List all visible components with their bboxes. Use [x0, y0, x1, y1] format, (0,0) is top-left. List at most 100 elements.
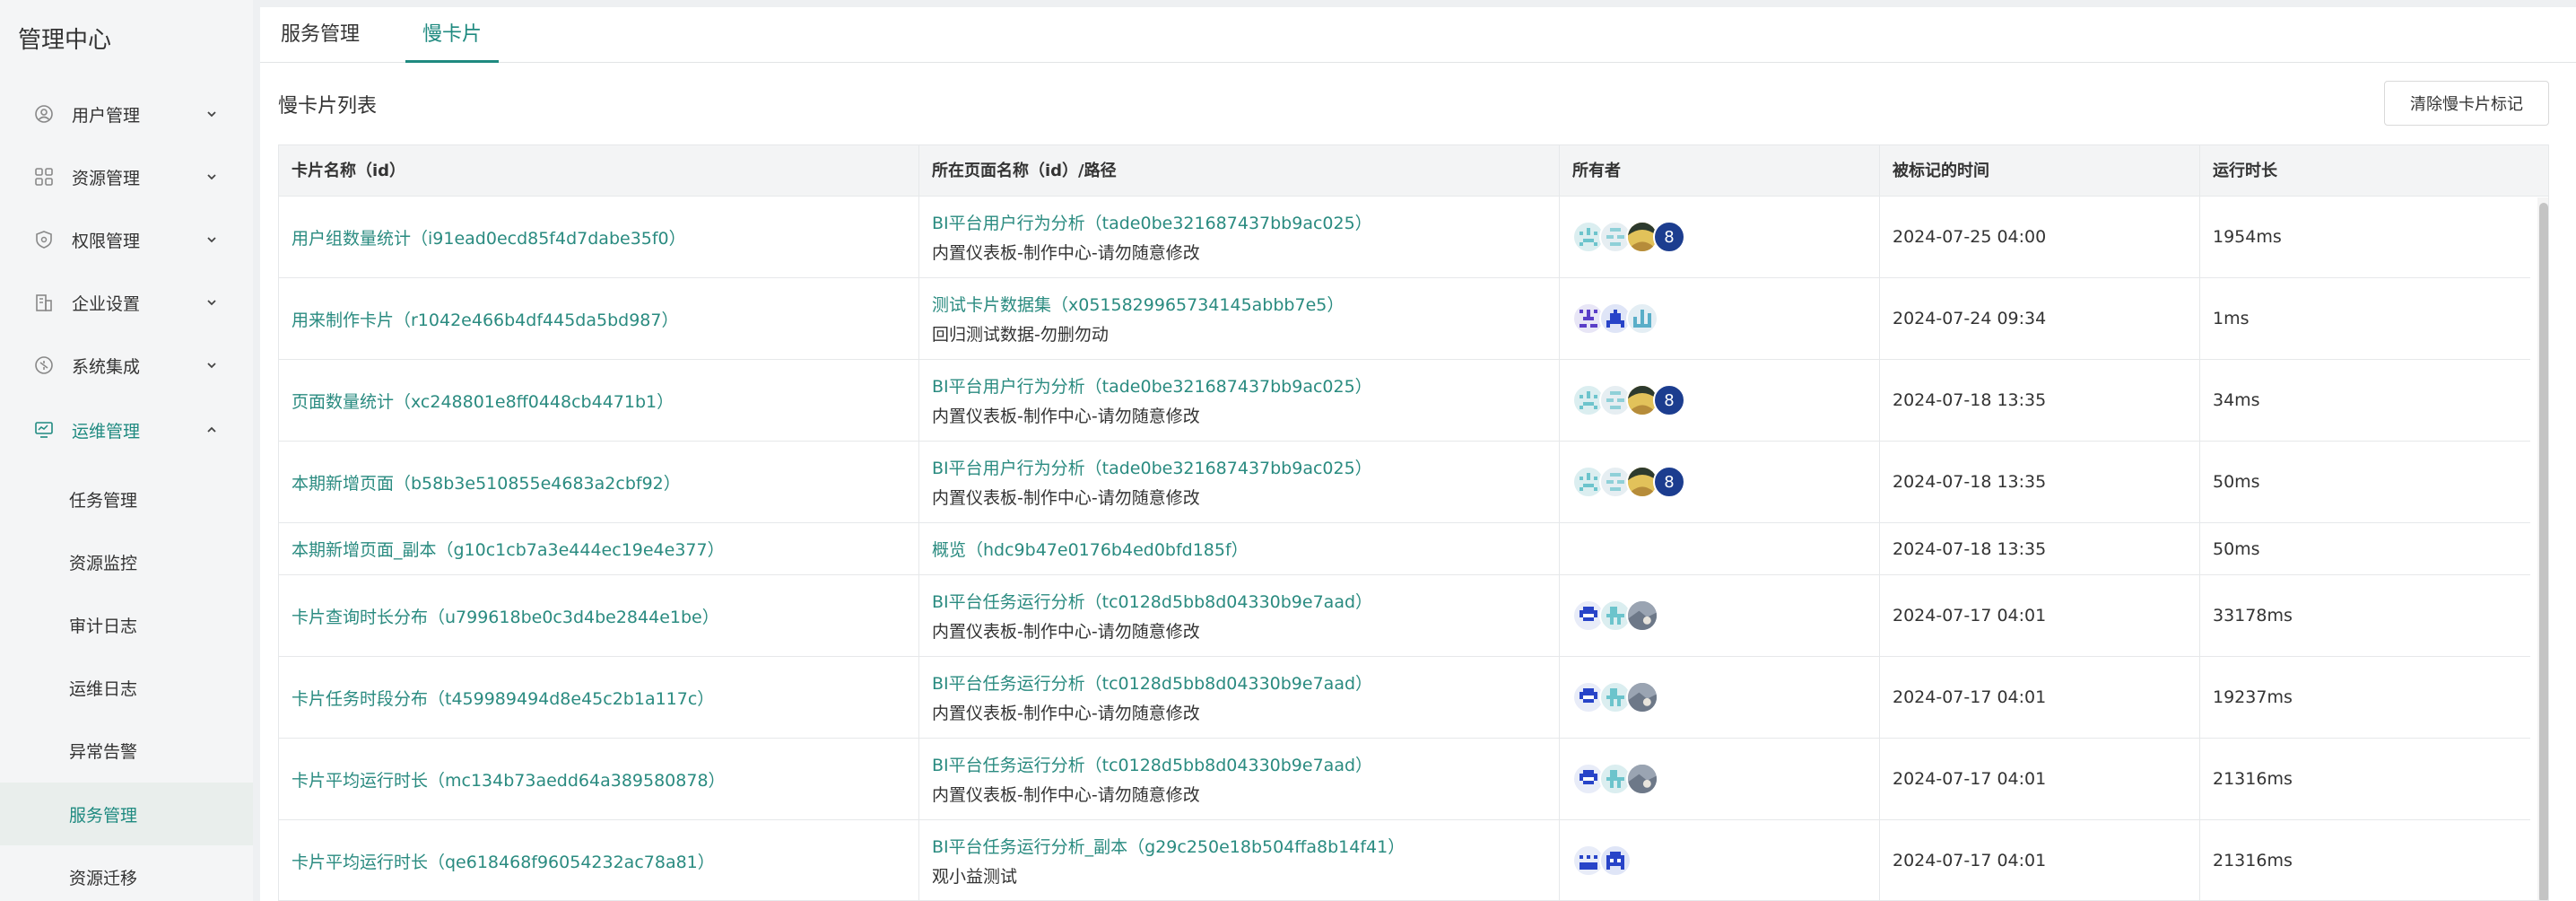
page-cell: BI平台用户行为分析（tade0be321687437bb9ac025） 内置仪表… — [919, 442, 1560, 522]
card-name-link[interactable]: 用来制作卡片（r1042e466b4df445da5bd987） — [292, 307, 918, 331]
card-name-link[interactable]: 卡片查询时长分布（u799618be0c3d4be2844e1be） — [292, 604, 918, 628]
marked-time: 2024-07-24 09:34 — [1893, 309, 2047, 328]
card-name-link[interactable]: 卡片平均运行时长（qe618468f96054232ac78a81） — [292, 849, 918, 873]
page-cell: 测试卡片数据集（x0515829965734145abbb7e5） 回归测试数据-… — [919, 278, 1560, 359]
owner-avatar[interactable] — [1626, 302, 1658, 335]
owners-cell: 8 — [1560, 442, 1880, 522]
column-header-card[interactable]: 卡片名称（id） — [279, 145, 919, 197]
sidebar-subitem-resource-migration[interactable]: 资源迁移 — [0, 845, 253, 901]
grid-icon — [34, 167, 54, 187]
owner-avatar[interactable] — [1626, 763, 1658, 795]
column-header-page[interactable]: 所在页面名称（id）/路径 — [919, 145, 1560, 197]
monitor-icon — [34, 420, 54, 440]
duration: 21316ms — [2213, 769, 2293, 789]
sidebar-item-users[interactable]: 用户管理 — [0, 83, 253, 145]
sidebar-subitem-alerts[interactable]: 异常告警 — [0, 719, 253, 782]
tab-slow-cards[interactable]: 慢卡片 — [405, 7, 499, 63]
sidebar-subitem-audit-log[interactable]: 审计日志 — [0, 593, 253, 656]
owner-count-badge[interactable]: 8 — [1653, 384, 1685, 416]
page-name-link[interactable]: BI平台用户行为分析（tade0be321687437bb9ac025） — [932, 373, 1559, 398]
sidebar-item-label: 资源管理 — [72, 168, 141, 188]
page-name-link[interactable]: BI平台任务运行分析_副本（g29c250e18b504ffa8b14f41） — [932, 834, 1559, 858]
table-row: 卡片平均运行时长（qe618468f96054232ac78a81） BI平台任务… — [279, 820, 2530, 900]
page-cell: BI平台任务运行分析（tc0128d5bb8d04330b9e7aad） 内置仪表… — [919, 739, 1560, 819]
duration-cell: 21316ms — [2200, 739, 2530, 819]
sidebar-item-integration[interactable]: 系统集成 — [0, 334, 253, 397]
duration-cell: 33178ms — [2200, 575, 2530, 656]
sidebar-item-enterprise[interactable]: 企业设置 — [0, 271, 253, 334]
owner-count-badge[interactable]: 8 — [1653, 221, 1685, 253]
duration-cell: 50ms — [2200, 523, 2530, 574]
column-header-owner[interactable]: 所有者 — [1560, 145, 1880, 197]
page-name-link[interactable]: BI平台用户行为分析（tade0be321687437bb9ac025） — [932, 455, 1559, 479]
user-icon — [34, 104, 54, 124]
card-name-cell: 卡片任务时段分布（t459989494d8e45c2b1a117c） — [279, 657, 919, 738]
page-path: 观小益测试 — [932, 867, 1018, 887]
page-cell: BI平台任务运行分析（tc0128d5bb8d04330b9e7aad） 内置仪表… — [919, 575, 1560, 656]
column-header-duration[interactable]: 运行时长 — [2200, 145, 2548, 197]
card-name-cell: 本期新增页面_副本（g10c1cb7a3e444ec19e4e377） — [279, 523, 919, 574]
owners-cell — [1560, 739, 1880, 819]
page-name-link[interactable]: BI平台用户行为分析（tade0be321687437bb9ac025） — [932, 210, 1559, 234]
sidebar-item-operations[interactable]: 运维管理 — [0, 398, 253, 461]
page-cell: 概览（hdc9b47e0176b4ed0bfd185f） — [919, 523, 1560, 574]
marked-time: 2024-07-18 13:35 — [1893, 538, 2047, 559]
table-row: 用户组数量统计（i91ead0ecd85f4d7dabe35f0） BI平台用户行… — [279, 197, 2530, 278]
card-name-link[interactable]: 用户组数量统计（i91ead0ecd85f4d7dabe35f0） — [292, 225, 918, 249]
page-name-link[interactable]: BI平台任务运行分析（tc0128d5bb8d04330b9e7aad） — [932, 670, 1559, 695]
card-name-link[interactable]: 本期新增页面_副本（g10c1cb7a3e444ec19e4e377） — [292, 537, 918, 561]
marked-time-cell: 2024-07-17 04:01 — [1880, 739, 2200, 819]
owners-cell — [1560, 657, 1880, 738]
card-name-link[interactable]: 页面数量统计（xc248801e8ff0448cb4471b1） — [292, 389, 918, 413]
page-cell: BI平台任务运行分析（tc0128d5bb8d04330b9e7aad） 内置仪表… — [919, 657, 1560, 738]
page-cell: BI平台任务运行分析_副本（g29c250e18b504ffa8b14f41） 观… — [919, 820, 1560, 900]
owner-avatar[interactable] — [1626, 681, 1658, 713]
sidebar-item-label: 运维管理 — [72, 421, 141, 442]
card-name-cell: 本期新增页面（b58b3e510855e4683a2cbf92） — [279, 442, 919, 522]
scrollbar-thumb[interactable] — [2539, 203, 2548, 900]
sidebar-subitem-service-management[interactable]: 服务管理 — [0, 783, 253, 845]
sidebar-subitem-resource-monitor[interactable]: 资源监控 — [0, 530, 253, 593]
sidebar-subitem-label: 服务管理 — [69, 805, 138, 826]
integration-icon — [34, 355, 54, 375]
page-name-link[interactable]: 概览（hdc9b47e0176b4ed0bfd185f） — [932, 537, 1559, 561]
marked-time-cell: 2024-07-25 04:00 — [1880, 197, 2200, 277]
sidebar-item-permissions[interactable]: 权限管理 — [0, 208, 253, 271]
duration: 21316ms — [2213, 851, 2293, 870]
building-icon — [34, 293, 54, 312]
owner-avatar[interactable] — [1599, 844, 1632, 877]
chevron-down-icon — [207, 363, 216, 369]
section-title: 慢卡片列表 — [278, 95, 378, 118]
sidebar: 管理中心 用户管理 资源管理 权限管理 企业设置 系统集成 运维管理 任务管理 … — [0, 0, 253, 901]
sidebar-item-label: 系统集成 — [72, 356, 141, 377]
sidebar-item-label: 用户管理 — [72, 105, 141, 126]
tab-service-management[interactable]: 服务管理 — [278, 7, 362, 63]
duration: 50ms — [2213, 538, 2260, 559]
sidebar-subitem-label: 资源监控 — [69, 553, 138, 573]
sidebar-subitem-label: 任务管理 — [69, 490, 138, 511]
card-name-link[interactable]: 卡片平均运行时长（mc134b73aedd64a389580878） — [292, 767, 918, 792]
page-path: 内置仪表板-制作中心-请勿随意修改 — [932, 407, 1200, 426]
owner-avatar[interactable] — [1626, 599, 1658, 632]
marked-time-cell: 2024-07-24 09:34 — [1880, 278, 2200, 359]
sidebar-subitem-ops-log[interactable]: 运维日志 — [0, 656, 253, 719]
main-panel: 服务管理 慢卡片 慢卡片列表 清除慢卡片标记 卡片名称（id） 所在页面名称（i… — [260, 7, 2576, 901]
sidebar-item-label: 权限管理 — [72, 231, 141, 251]
sidebar-subitem-tasks[interactable]: 任务管理 — [0, 468, 253, 530]
chevron-up-icon — [207, 426, 216, 433]
page-name-link[interactable]: BI平台任务运行分析（tc0128d5bb8d04330b9e7aad） — [932, 589, 1559, 613]
marked-time-cell: 2024-07-17 04:01 — [1880, 820, 2200, 900]
page-name-link[interactable]: BI平台任务运行分析（tc0128d5bb8d04330b9e7aad） — [932, 752, 1559, 776]
page-path: 回归测试数据-勿删勿动 — [932, 325, 1109, 345]
page-name-link[interactable]: 测试卡片数据集（x0515829965734145abbb7e5） — [932, 292, 1559, 316]
card-name-link[interactable]: 卡片任务时段分布（t459989494d8e45c2b1a117c） — [292, 686, 918, 710]
card-name-cell: 用户组数量统计（i91ead0ecd85f4d7dabe35f0） — [279, 197, 919, 277]
card-name-link[interactable]: 本期新增页面（b58b3e510855e4683a2cbf92） — [292, 470, 918, 494]
column-header-marked-time[interactable]: 被标记的时间 — [1880, 145, 2200, 197]
sidebar-item-resources[interactable]: 资源管理 — [0, 145, 253, 208]
clear-slow-card-marks-button[interactable]: 清除慢卡片标记 — [2384, 81, 2549, 126]
duration: 1ms — [2213, 309, 2250, 328]
card-name-cell: 用来制作卡片（r1042e466b4df445da5bd987） — [279, 278, 919, 359]
owner-count-badge[interactable]: 8 — [1653, 466, 1685, 498]
chevron-down-icon — [207, 174, 216, 180]
